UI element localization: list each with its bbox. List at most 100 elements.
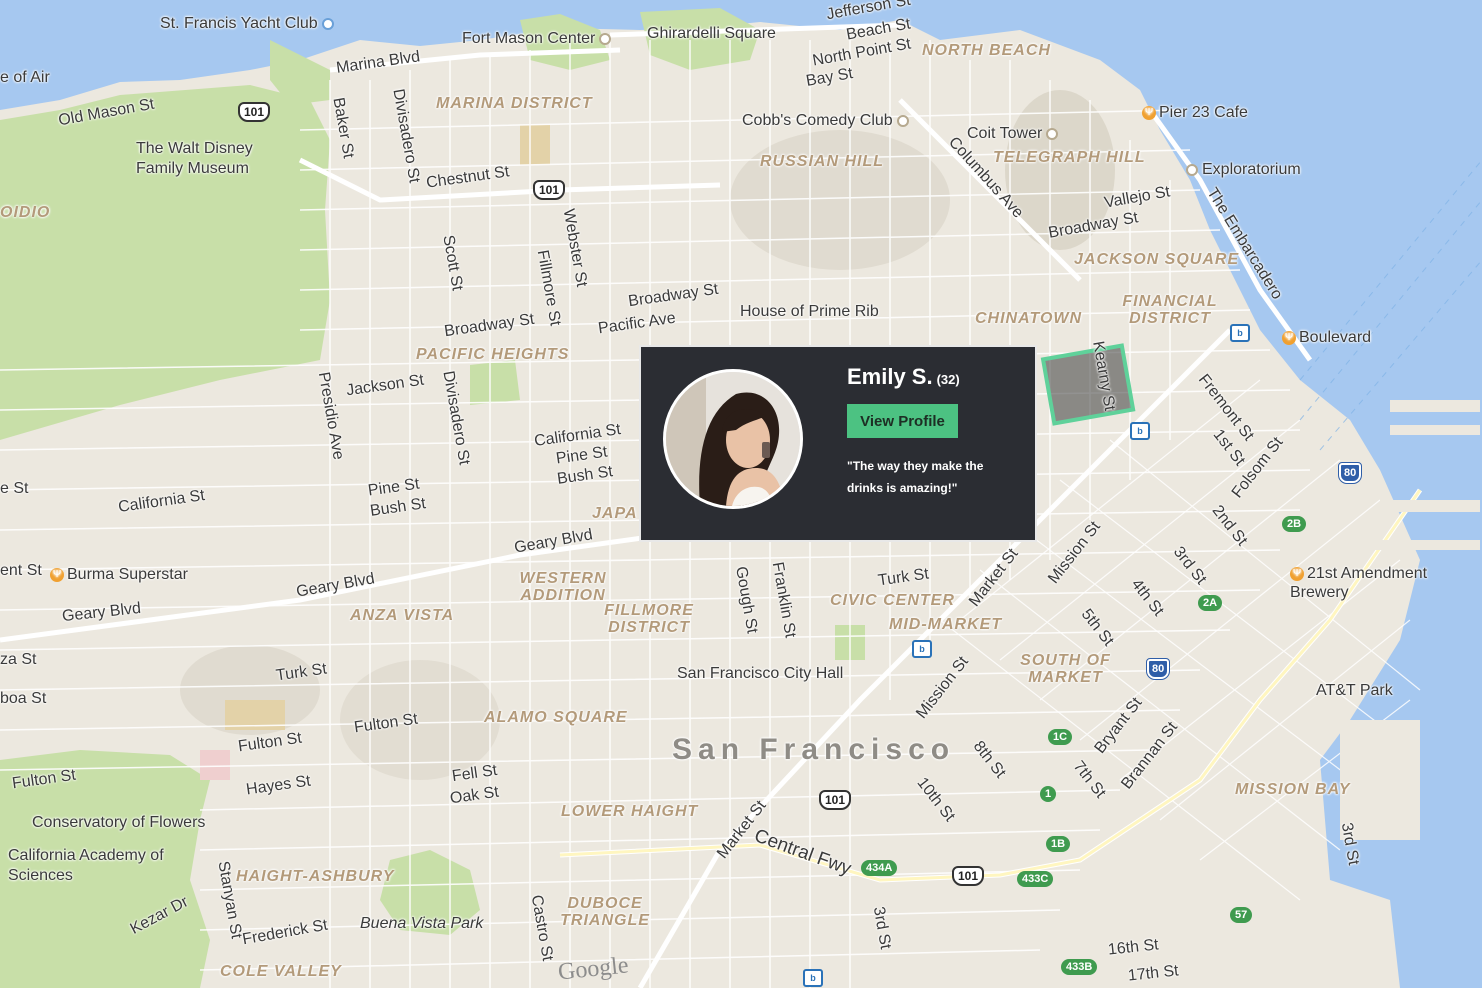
district-label: PACIFIC HEIGHTS xyxy=(416,346,570,363)
exit-marker: 2B xyxy=(1282,516,1307,532)
place-label: The Walt Disney Family Museum xyxy=(136,140,253,177)
place-ghirardelli[interactable]: Ghirardelli Square xyxy=(647,26,776,42)
place-label: Fort Mason Center xyxy=(462,30,596,47)
district-label: NORTH BEACH xyxy=(922,42,1051,59)
place-st-francis-yacht-club[interactable]: St. Francis Yacht Club xyxy=(160,16,338,32)
highway-101-shield: 101 xyxy=(819,790,852,810)
place-academy-of-sciences[interactable]: California Academy of Sciences xyxy=(8,846,168,886)
place-label: San Francisco City Hall xyxy=(677,665,844,682)
profile-quote: "The way they make the drinks is amazing… xyxy=(847,459,984,495)
district-label: MISSION BAY xyxy=(1235,781,1351,798)
district-label: MARINA DISTRICT xyxy=(436,95,593,112)
avatar-photo xyxy=(666,372,800,506)
venue-icon xyxy=(896,114,909,127)
place-buena-vista-park[interactable]: Buena Vista Park xyxy=(360,916,483,932)
place-cobbs[interactable]: Cobb's Comedy Club xyxy=(742,113,913,129)
place-coit-tower[interactable]: Coit Tower xyxy=(967,126,1062,142)
place-21st-amendment[interactable]: Ψ 21st Amendment Brewery xyxy=(1290,564,1450,602)
landmark-icon xyxy=(1046,127,1059,140)
place-label: Exploratorium xyxy=(1202,161,1301,178)
district-label: FINANCIAL DISTRICT xyxy=(1122,293,1218,327)
exit-marker: 434A xyxy=(861,860,898,876)
restaurant-icon: Ψ xyxy=(1282,330,1296,345)
exit-marker: 433B xyxy=(1061,959,1098,975)
place-label: e of Air xyxy=(0,69,50,86)
restaurant-icon: Ψ xyxy=(1142,105,1156,120)
bart-station-icon[interactable]: b xyxy=(1230,324,1250,342)
place-label: St. Francis Yacht Club xyxy=(160,15,318,32)
highway-101-shield: 101 xyxy=(533,180,566,200)
place-walt-disney-museum[interactable]: The Walt Disney Family Museum xyxy=(136,139,276,179)
profile-age: (32) xyxy=(936,372,960,387)
district-label: DUBOCE TRIANGLE xyxy=(560,895,650,929)
district-label: JACKSON SQUARE xyxy=(1074,251,1240,268)
district-label: RUSSIAN HILL xyxy=(760,153,884,170)
restaurant-icon: Ψ xyxy=(1290,566,1304,581)
highlighted-area[interactable] xyxy=(1040,343,1136,426)
exit-marker: 1 xyxy=(1040,786,1057,802)
profile-card[interactable]: Emily S. (32) View Profile "The way they … xyxy=(639,345,1037,542)
place-label: AT&T Park xyxy=(1316,682,1393,699)
place-burma-superstar[interactable]: Ψ Burma Superstar xyxy=(50,567,188,583)
place-fort-mason[interactable]: Fort Mason Center xyxy=(462,31,615,47)
exit-marker: 2A xyxy=(1198,595,1223,611)
exit-marker: 433C xyxy=(1017,871,1054,887)
district-label: LOWER HAIGHT xyxy=(561,803,699,820)
name-text: Emily S. xyxy=(847,364,933,389)
place-label: Cobb's Comedy Club xyxy=(742,112,893,129)
district-label: CIVIC CENTER xyxy=(830,592,955,609)
museum-icon xyxy=(1186,163,1198,176)
place-label: Pier 23 Cafe xyxy=(1159,104,1248,121)
city-label: San Francisco xyxy=(672,733,956,766)
district-label: OIDIO xyxy=(0,204,51,221)
district-label: MID-MARKET xyxy=(889,616,1003,633)
place-label: California Academy of Sciences xyxy=(8,847,164,884)
street-label: ent St xyxy=(0,562,42,579)
exit-marker: 1B xyxy=(1046,836,1071,852)
profile-name: Emily S. (32) xyxy=(847,364,960,390)
restaurant-icon: Ψ xyxy=(50,567,64,582)
bart-station-icon[interactable]: b xyxy=(803,969,823,987)
place-label: Buena Vista Park xyxy=(360,915,484,932)
exit-marker: 57 xyxy=(1230,907,1253,923)
bart-station-icon[interactable]: b xyxy=(912,640,932,658)
district-label: ANZA VISTA xyxy=(350,607,455,624)
street-label: e St xyxy=(0,480,29,497)
place-label: Boulevard xyxy=(1299,329,1372,346)
place-label: Ghirardelli Square xyxy=(647,25,776,42)
district-label: TELEGRAPH HILL xyxy=(993,149,1146,166)
marina-icon xyxy=(321,17,334,30)
place-label: Coit Tower xyxy=(967,125,1043,142)
highway-101-shield: 101 xyxy=(952,866,985,886)
place-city-hall[interactable]: San Francisco City Hall xyxy=(677,666,843,682)
street-label: boa St xyxy=(0,690,47,707)
district-label: SOUTH OF MARKET xyxy=(1020,652,1111,686)
place-conservatory[interactable]: Conservatory of Flowers xyxy=(32,815,205,831)
bart-station-icon[interactable]: b xyxy=(1130,422,1150,440)
landmark-icon xyxy=(599,32,612,45)
place-att-park[interactable]: AT&T Park xyxy=(1316,683,1393,699)
interstate-80-shield: 80 xyxy=(1337,462,1363,484)
street-label: za St xyxy=(0,651,37,668)
place-pier-23[interactable]: Ψ Pier 23 Cafe xyxy=(1142,105,1248,121)
interstate-80-shield: 80 xyxy=(1145,658,1171,680)
district-label: COLE VALLEY xyxy=(220,963,342,980)
district-label: JAPA xyxy=(592,505,638,522)
place-house-of-prime-rib[interactable]: House of Prime Rib xyxy=(740,304,879,320)
place-boulevard[interactable]: Ψ Boulevard xyxy=(1282,330,1371,346)
district-label: WESTERN ADDITION xyxy=(519,570,607,604)
exit-marker: 1C xyxy=(1048,729,1073,745)
place-label: House of Prime Rib xyxy=(740,303,879,320)
avatar[interactable] xyxy=(663,369,803,509)
district-label: CHINATOWN xyxy=(975,310,1083,327)
place-label: Burma Superstar xyxy=(67,566,188,583)
place-exploratorium[interactable]: Exploratorium xyxy=(1182,162,1301,178)
view-profile-button[interactable]: View Profile xyxy=(847,404,958,438)
district-label: HAIGHT-ASHBURY xyxy=(236,868,395,885)
district-label: FILLMORE DISTRICT xyxy=(604,602,694,636)
district-label: ALAMO SQUARE xyxy=(484,709,628,726)
highway-101-shield: 101 xyxy=(238,102,271,122)
place-partial[interactable]: e of Air xyxy=(0,70,50,86)
place-label: Conservatory of Flowers xyxy=(32,814,206,831)
place-label: 21st Amendment Brewery xyxy=(1290,565,1428,601)
